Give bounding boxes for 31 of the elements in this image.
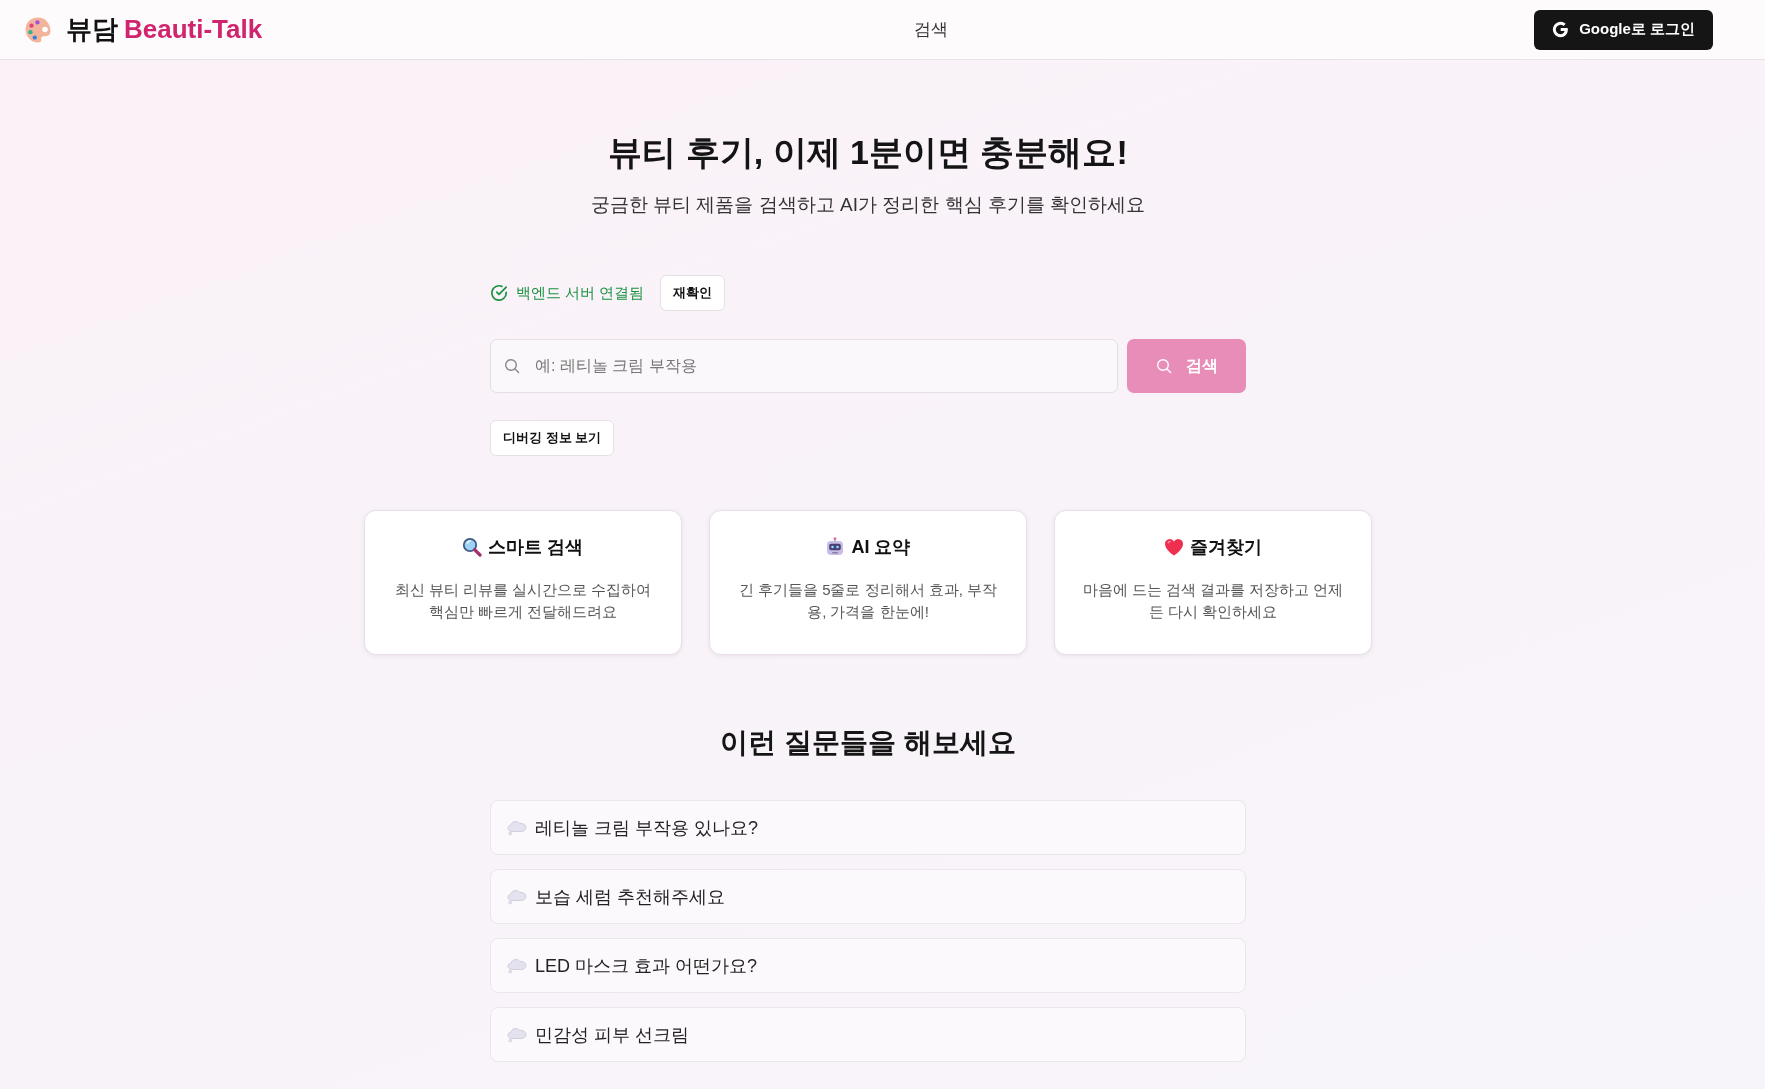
google-g-icon [1552, 21, 1570, 38]
heart-icon [1164, 537, 1184, 557]
feature-description: 최신 뷰티 리뷰를 실시간으로 수집하여 핵심만 빠르게 전달해드려요 [393, 580, 653, 622]
thought-bubble-icon [507, 819, 527, 836]
example-question-item[interactable]: 레티놀 크림 부작용 있나요? [490, 800, 1246, 855]
magnifier-icon [462, 537, 483, 557]
feature-description: 마음에 드는 검색 결과를 저장하고 언제든 다시 확인하세요 [1081, 580, 1345, 622]
example-question-item[interactable]: 민감성 피부 선크림 [490, 1007, 1246, 1062]
hero-subtitle: 궁금한 뷰티 제품을 검색하고 AI가 정리한 핵심 후기를 확인하세요 [590, 193, 1146, 217]
thought-bubble-icon [507, 888, 527, 905]
example-question-item[interactable]: LED 마스크 효과 어떤가요? [490, 938, 1246, 993]
palette-icon [24, 15, 52, 44]
google-login-button[interactable]: Google로 로그인 [1534, 9, 1713, 50]
brand-name: 뷰담 [66, 13, 118, 46]
robot-icon [825, 537, 846, 557]
thought-bubble-icon [507, 1026, 527, 1043]
server-status-text: 백엔드 서버 연결됨 [516, 283, 645, 303]
example-question-item[interactable]: 보습 세럼 추천해주세요 [490, 869, 1246, 924]
debug-info-button[interactable]: 디버깅 정보 보기 [490, 420, 615, 456]
nav-link[interactable]: 검색 [914, 18, 949, 41]
feature-title: 즐겨찾기 [1190, 536, 1262, 559]
section-title: 이런 질문들을 해보세요 [720, 726, 1016, 760]
recheck-button[interactable]: 재확인 [660, 275, 726, 311]
search-icon [504, 358, 520, 374]
search-icon [1155, 358, 1172, 374]
feature-title: AI 요약 [851, 536, 911, 559]
brand-title: Beauti-Talk [124, 14, 263, 45]
thought-bubble-icon [507, 957, 527, 974]
feature-description: 긴 후기들을 5줄로 정리해서 효과, 부작용, 가격을 한눈에! [737, 580, 999, 622]
feature-title: 스마트 검색 [488, 536, 584, 559]
hero-title: 뷰티 후기, 이제 1분이면 충분해요! [608, 132, 1128, 173]
